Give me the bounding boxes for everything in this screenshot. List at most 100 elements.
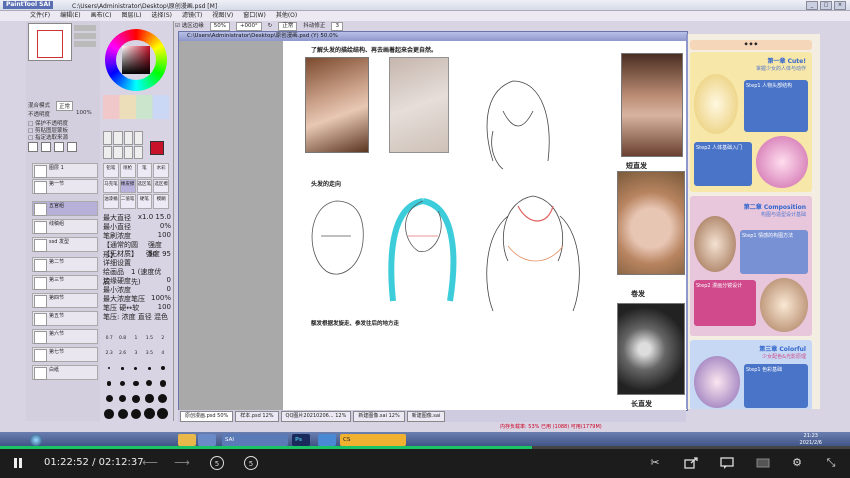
brush-size-option[interactable] (143, 392, 155, 406)
magic-wand-icon[interactable] (123, 131, 133, 145)
setting-row[interactable]: 笔压 硬↔软 100 (103, 303, 171, 312)
tool-pencil[interactable]: 铅笔 (103, 163, 119, 178)
tool-pen[interactable]: 笔 (136, 163, 153, 178)
forward-5-icon[interactable]: 5 (242, 454, 260, 472)
tool-select-pen[interactable]: 选区笔 (136, 178, 153, 194)
tool-binary[interactable]: 二值笔 (119, 194, 136, 209)
brush-size-option[interactable] (130, 392, 142, 406)
navigator-viewport[interactable] (37, 30, 63, 58)
brush-size-option[interactable] (116, 376, 128, 390)
layer-row[interactable]: 白纸 (32, 365, 98, 380)
brush-size-option[interactable]: 0.7 (103, 331, 115, 345)
menu-window[interactable]: 窗口(W) (243, 11, 266, 21)
setting-row[interactable]: 最大直径 x1.0 15.0 (103, 213, 171, 222)
doc-tab[interactable]: 新建图像.sai (406, 410, 446, 422)
brush-size-option[interactable]: 3.5 (143, 346, 155, 360)
doc-tab[interactable]: 新建图像.sai 12% (353, 410, 405, 422)
brush-size-option[interactable] (116, 361, 128, 375)
menu-layer[interactable]: 图层(L) (122, 11, 142, 21)
stabilizer-select[interactable]: 3 (331, 21, 343, 31)
play-icon[interactable] (10, 454, 26, 472)
brush-size-option[interactable] (143, 407, 155, 421)
setting-row[interactable]: 绘画品质 1 (速度优先) (103, 267, 171, 286)
brush-size-option[interactable] (103, 376, 115, 390)
brush-size-option[interactable] (103, 407, 115, 421)
brush-size-option[interactable] (130, 361, 142, 375)
layer-row-selected[interactable]: 五官组 (32, 201, 98, 216)
fullscreen-icon[interactable]: ⤡ (822, 454, 840, 472)
progress-bar[interactable] (0, 446, 850, 449)
new-layer-icon[interactable] (28, 142, 38, 152)
setting-row[interactable]: 【无材质】 强度 95 (103, 249, 171, 258)
minimize-button[interactable]: _ (806, 1, 818, 10)
brush-size-option[interactable] (103, 361, 115, 375)
system-clock[interactable]: 21:23 2021/2/6 (800, 433, 822, 447)
opacity-value[interactable]: 100% (76, 110, 92, 116)
selection-edge-checkbox[interactable]: ☑ 选区边缘 (175, 21, 204, 31)
brush-size-option[interactable]: 4 (157, 346, 169, 360)
subtitle-icon[interactable] (754, 454, 772, 472)
mode-select[interactable]: 正常 (278, 21, 298, 31)
brush-size-option[interactable] (143, 361, 155, 375)
tool-blur[interactable]: 模糊 (153, 194, 169, 209)
menu-file[interactable]: 文件(F) (30, 11, 50, 21)
chrome-icon[interactable] (318, 434, 336, 446)
share-icon[interactable] (682, 454, 700, 472)
select-rect-icon[interactable] (103, 131, 113, 145)
folder-icon[interactable] (178, 434, 196, 446)
taskbar-app-photoshop[interactable]: Ps (292, 434, 310, 446)
menu-select[interactable]: 选择(S) (152, 11, 173, 21)
angle-select[interactable]: +000° (235, 21, 262, 31)
rotate-view-icon[interactable] (74, 41, 96, 47)
maximize-button[interactable]: □ (820, 1, 832, 10)
taskbar-app-sai[interactable]: SAI (222, 434, 288, 446)
setting-row[interactable]: 【通常的圆形】 强度 50 (103, 240, 171, 259)
close-button[interactable]: × (834, 1, 846, 10)
media-icon[interactable] (198, 434, 216, 446)
layer-row[interactable]: 第七节 (32, 347, 98, 362)
tool-airbrush[interactable]: 喷枪 (119, 163, 136, 178)
layer-row[interactable]: 第一节 (32, 179, 98, 194)
layer-row[interactable]: 第五节 (32, 311, 98, 326)
rewind-5-icon[interactable]: 5 (208, 454, 226, 472)
tool-hard-pen[interactable]: 硬笔 (136, 194, 153, 209)
menu-edit[interactable]: 编辑(E) (60, 11, 80, 21)
brush-size-option[interactable]: 1 (130, 331, 142, 345)
menu-other[interactable]: 其他(O) (276, 11, 297, 21)
menu-canvas[interactable]: 画布(C) (91, 11, 112, 21)
doc-tab[interactable]: 样本.psd 12% (235, 410, 279, 422)
setting-row[interactable]: 最大浓度笔压 100% (103, 294, 171, 303)
selection-source-checkbox[interactable]: □ 指定选取来源 (28, 133, 68, 141)
rotate-icon[interactable] (113, 145, 123, 159)
move-icon[interactable] (133, 131, 143, 145)
foreground-color[interactable] (150, 141, 164, 155)
brush-size-option[interactable]: 3 (130, 346, 142, 360)
merge-icon[interactable] (54, 142, 64, 152)
start-button[interactable] (30, 434, 42, 446)
next-icon[interactable]: ⟶ (174, 454, 190, 472)
tool-bucket[interactable]: 油漆桶 (103, 194, 119, 209)
brush-size-option[interactable] (157, 392, 169, 406)
blend-mode-select[interactable]: 正常 (56, 101, 74, 111)
layer-row[interactable]: 第六节 (32, 329, 98, 344)
saturation-value-square[interactable] (122, 46, 150, 74)
zoom-in-icon[interactable] (74, 25, 96, 31)
brush-size-option[interactable]: 2.3 (103, 346, 115, 360)
brush-size-option[interactable]: 0.8 (116, 331, 128, 345)
brush-size-option[interactable]: 2.6 (116, 346, 128, 360)
tool-eraser[interactable]: 橡皮擦 (119, 178, 136, 194)
layer-row[interactable]: 第三节 (32, 275, 98, 290)
zoom-icon[interactable] (103, 145, 113, 159)
doc-tab[interactable]: 原创漫画.psd 50% (180, 410, 234, 422)
layer-row[interactable]: 线稿组 (32, 219, 98, 234)
layer-row[interactable]: 第二节 (32, 257, 98, 272)
brush-size-option[interactable] (116, 392, 128, 406)
comment-icon[interactable] (718, 454, 736, 472)
brush-size-option[interactable]: 1.5 (143, 331, 155, 345)
brush-size-option[interactable] (157, 361, 169, 375)
menu-view[interactable]: 视图(V) (212, 11, 233, 21)
clip-icon[interactable]: ✂ (646, 454, 664, 472)
settings-icon[interactable]: ⚙ (788, 454, 806, 472)
layer-row[interactable]: 第四节 (32, 293, 98, 308)
brush-size-option[interactable] (157, 376, 169, 390)
